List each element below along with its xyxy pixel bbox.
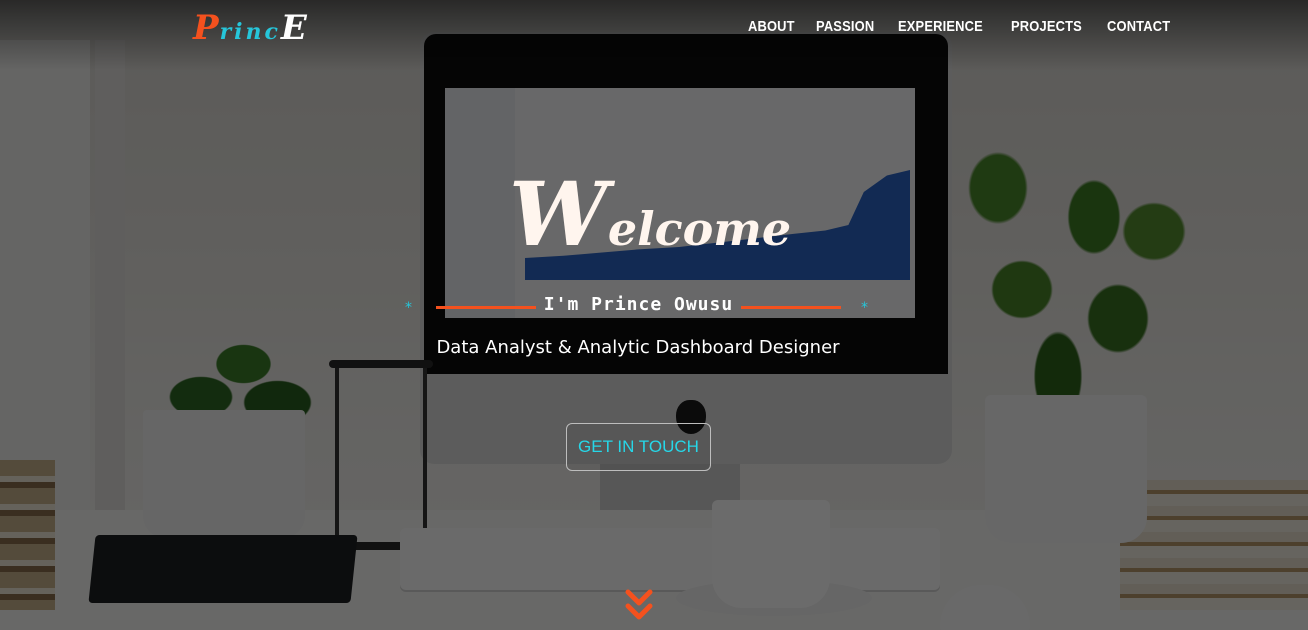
greeting-row: * I'm Prince Owusu * xyxy=(405,294,875,320)
welcome-rest: elcome xyxy=(607,202,792,256)
star-right-icon: * xyxy=(861,300,868,316)
greeting-name: I'm Prince Owusu xyxy=(543,294,734,315)
nav-item-contact[interactable]: CONTACT xyxy=(1107,18,1170,35)
logo-final: E xyxy=(280,8,308,48)
nav-item-experience[interactable]: EXPERIENCE xyxy=(898,18,983,35)
welcome-heading: Welcome xyxy=(509,170,791,258)
chevron-double-down-icon[interactable] xyxy=(624,588,654,626)
logo-initial: P xyxy=(193,8,220,48)
role-subtitle: Data Analyst & Analytic Dashboard Design… xyxy=(436,337,840,358)
divider-line-right xyxy=(741,306,841,309)
star-left-icon: * xyxy=(405,300,412,316)
welcome-first-letter: W xyxy=(509,162,608,266)
logo[interactable]: PrincE xyxy=(193,8,308,48)
get-in-touch-button[interactable]: GET IN TOUCH xyxy=(566,423,711,471)
nav-item-projects[interactable]: PROJECTS xyxy=(1011,18,1082,35)
divider-line-left xyxy=(436,306,536,309)
nav-item-about[interactable]: ABOUT xyxy=(748,18,795,35)
logo-middle: rinc xyxy=(219,19,281,45)
main-nav: ABOUT PASSION EXPERIENCE PROJECTS CONTAC… xyxy=(748,18,1181,35)
nav-item-passion[interactable]: PASSION xyxy=(816,18,874,35)
